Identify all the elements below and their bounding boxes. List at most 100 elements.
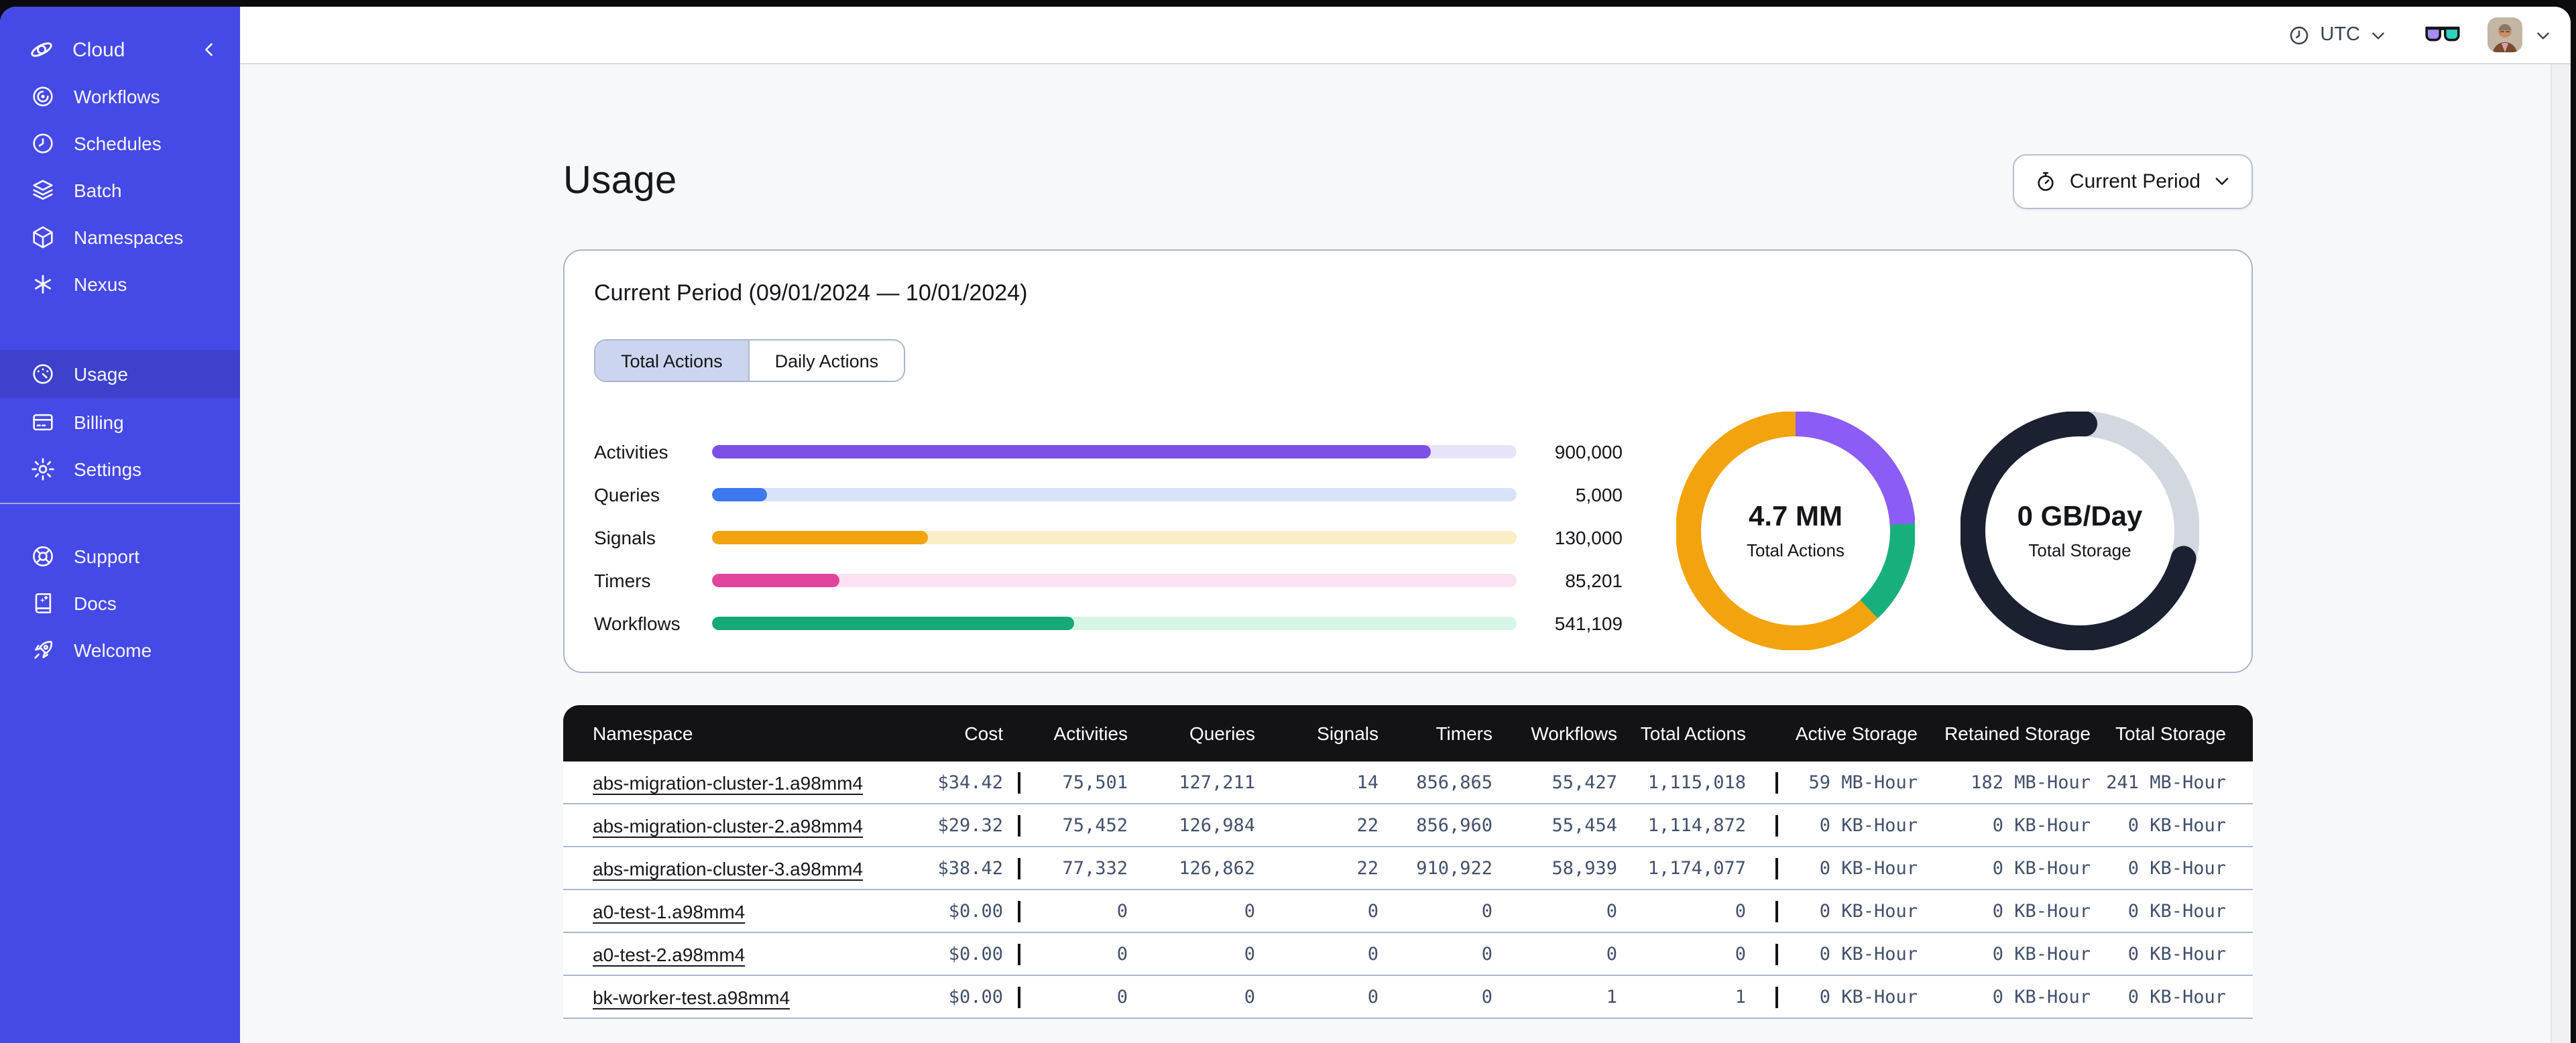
user-menu[interactable] — [2487, 17, 2552, 52]
bar-row-workflows: Workflows 541,109 — [594, 613, 1623, 634]
sidebar-item-welcome[interactable]: Welcome — [0, 626, 240, 673]
bar-value: 130,000 — [1554, 527, 1623, 548]
cost-cell: $0.00 — [948, 943, 1003, 965]
timers-cell: 856,865 — [1416, 772, 1492, 793]
total-actions-cell: 0 — [1735, 900, 1746, 922]
queries-cell: 126,984 — [1179, 814, 1255, 836]
sidebar-nav-account: Usage Billing Settings — [0, 350, 240, 492]
timers-cell: 0 — [1481, 986, 1492, 1007]
tab-total-actions[interactable]: Total Actions — [595, 341, 748, 381]
activities-cell: 77,332 — [1018, 857, 1143, 879]
donut-total-actions: 4.7 MM Total Actions — [1676, 411, 1916, 651]
signals-cell: 22 — [1356, 857, 1379, 879]
sidebar-item-batch[interactable]: Batch — [0, 166, 240, 213]
active-storage-cell: 0 KB-Hour — [1775, 814, 1932, 836]
table-row: a0-test-2.a98mm4 $0.00 0 0 0 0 0 0 0 KB-… — [563, 933, 2253, 976]
table-row: abs-migration-cluster-3.a98mm4 $38.42 77… — [563, 847, 2253, 890]
total-actions-cell: 1 — [1735, 986, 1746, 1007]
workflows-icon — [30, 82, 56, 109]
sidebar-item-label: Workflows — [74, 85, 160, 107]
namespace-cell: abs-migration-cluster-1.a98mm4 — [563, 772, 898, 793]
sidebar-item-label: Settings — [74, 458, 142, 479]
app-window: Cloud Workflows Schedules Batch Namespac… — [0, 7, 2571, 1043]
column-header-total-storage: Total Storage — [2115, 723, 2226, 744]
queries-cell: 0 — [1244, 986, 1255, 1007]
current-period-panel: Current Period (09/01/2024 — 10/01/2024)… — [563, 249, 2253, 673]
namespace-link[interactable]: a0-test-2.a98mm4 — [593, 943, 745, 965]
period-selector-button[interactable]: Current Period — [2013, 154, 2253, 208]
namespace-link[interactable]: bk-worker-test.a98mm4 — [593, 986, 790, 1007]
workflows-cell: 55,454 — [1552, 814, 1617, 836]
bar-row-signals: Signals 130,000 — [594, 527, 1623, 548]
sidebar-brand[interactable]: Cloud — [0, 32, 240, 67]
donut-label: Total Actions — [1747, 540, 1845, 560]
rocket-icon — [30, 636, 56, 663]
bar-fill — [712, 617, 1074, 630]
total-actions-cell: 1,115,018 — [1647, 772, 1746, 793]
sidebar-item-label: Welcome — [74, 639, 152, 660]
table-row: abs-migration-cluster-1.a98mm4 $34.42 75… — [563, 761, 2253, 804]
page-title: Usage — [563, 159, 677, 202]
sidebar-item-billing[interactable]: Billing — [0, 398, 240, 445]
total-actions-cell: 0 — [1735, 943, 1746, 965]
retained-storage-cell: 0 KB-Hour — [1992, 943, 2091, 965]
feedback-glasses-button[interactable] — [2424, 25, 2461, 45]
activities-cell: 0 — [1018, 900, 1143, 922]
namespace-cell: a0-test-2.a98mm4 — [563, 943, 898, 965]
clock-icon — [2288, 23, 2310, 46]
bar-row-activities: Activities 900,000 — [594, 441, 1623, 463]
bar-fill — [712, 445, 1431, 458]
bar-value: 541,109 — [1554, 613, 1623, 634]
bar-fill — [712, 531, 928, 544]
bar-track — [712, 531, 1517, 544]
workflows-cell: 58,939 — [1552, 857, 1617, 879]
signals-cell: 0 — [1367, 900, 1379, 922]
timezone-selector[interactable]: UTC — [2288, 23, 2387, 46]
sidebar-collapse-icon[interactable] — [200, 40, 219, 59]
bar-track — [712, 617, 1517, 630]
sidebar-item-label: Namespaces — [74, 226, 184, 247]
sidebar-item-schedules[interactable]: Schedules — [0, 119, 240, 166]
activities-cell: 0 — [1018, 943, 1143, 965]
total-storage-cell: 0 KB-Hour — [2127, 814, 2226, 836]
stopwatch-icon — [2035, 170, 2058, 192]
active-storage-cell: 59 MB-Hour — [1775, 772, 1932, 793]
namespace-link[interactable]: a0-test-1.a98mm4 — [593, 900, 745, 922]
donut-total-storage: 0 GB/Day Total Storage — [1960, 411, 2200, 651]
bar-label: Signals — [594, 527, 656, 548]
sidebar-item-nexus[interactable]: Nexus — [0, 260, 240, 307]
retained-storage-cell: 0 KB-Hour — [1992, 900, 2091, 922]
sidebar-item-usage[interactable]: Usage — [0, 350, 240, 398]
namespace-link[interactable]: abs-migration-cluster-2.a98mm4 — [593, 814, 863, 836]
sidebar-item-docs[interactable]: Docs — [0, 579, 240, 626]
cost-cell: $0.00 — [948, 900, 1003, 922]
column-header-namespace: Namespace — [593, 723, 693, 744]
actions-tabs: Total Actions Daily Actions — [594, 339, 906, 382]
sidebar-item-settings[interactable]: Settings — [0, 445, 240, 492]
cost-cell: $38.42 — [937, 857, 1003, 879]
column-header-total-actions: Total Actions — [1640, 723, 1746, 744]
sidebar-item-support[interactable]: Support — [0, 532, 240, 579]
queries-cell: 126,862 — [1179, 857, 1255, 879]
panel-title: Current Period (09/01/2024 — 10/01/2024) — [594, 280, 1028, 306]
namespace-link[interactable]: abs-migration-cluster-1.a98mm4 — [593, 772, 863, 793]
sidebar-brand-label: Cloud — [72, 38, 125, 61]
scrollbar[interactable] — [2551, 64, 2571, 1043]
signals-cell: 0 — [1367, 986, 1379, 1007]
signals-cell: 22 — [1356, 814, 1379, 836]
namespace-cell: abs-migration-cluster-3.a98mm4 — [563, 857, 898, 879]
namespace-link[interactable]: abs-migration-cluster-3.a98mm4 — [593, 857, 863, 879]
sidebar-item-namespaces[interactable]: Namespaces — [0, 213, 240, 260]
bar-label: Timers — [594, 570, 651, 591]
donut-label: Total Storage — [2028, 540, 2131, 560]
namespace-cell: bk-worker-test.a98mm4 — [563, 986, 898, 1007]
tab-daily-actions[interactable]: Daily Actions — [748, 341, 904, 381]
temporal-cloud-logo-icon — [27, 35, 56, 64]
sidebar-item-workflows[interactable]: Workflows — [0, 72, 240, 119]
sidebar-nav-main: Workflows Schedules Batch Namespaces Nex… — [0, 72, 240, 307]
life-ring-icon — [30, 542, 56, 569]
layers-icon — [30, 176, 56, 203]
bar-row-timers: Timers 85,201 — [594, 570, 1623, 591]
workflows-cell: 1 — [1606, 986, 1617, 1007]
usage-page: Usage Current Period Current Period (09/… — [563, 153, 2253, 1019]
